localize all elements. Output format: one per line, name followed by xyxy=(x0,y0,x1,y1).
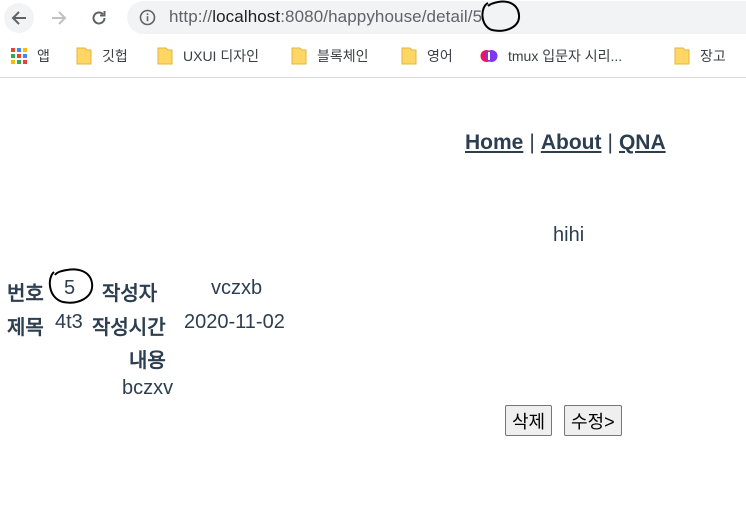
nav-about-link[interactable]: About xyxy=(541,131,602,154)
apps-grid-icon xyxy=(11,48,27,64)
folder-icon xyxy=(76,47,92,65)
hand-drawn-circle-annotation xyxy=(48,268,94,304)
greeting-text: hihi xyxy=(553,224,585,246)
url-scheme: http:// xyxy=(169,7,213,26)
url-text[interactable]: http://localhost:8080/happyhouse/detail/… xyxy=(169,7,482,27)
site-favicon-icon xyxy=(480,50,498,62)
bookmark-apps[interactable]: 앱 xyxy=(11,46,50,66)
url-host: localhost xyxy=(212,7,281,26)
bookmark-uxui[interactable]: UXUI 디자인 xyxy=(157,46,259,66)
content-value: bczxv xyxy=(122,377,174,399)
reload-icon xyxy=(92,11,106,25)
bookmark-tmux[interactable]: tmux 입문자 시리... xyxy=(480,46,622,66)
bookmark-github[interactable]: 깃헙 xyxy=(76,46,128,66)
bookmark-label: tmux 입문자 시리... xyxy=(508,48,623,64)
time-label: 작성시간 xyxy=(92,317,166,339)
bookmark-english[interactable]: 영어 xyxy=(401,46,453,66)
back-button[interactable] xyxy=(4,3,34,33)
folder-icon xyxy=(157,47,173,65)
bookmark-label: UXUI 디자인 xyxy=(183,48,259,64)
nav-home-link[interactable]: Home xyxy=(465,131,523,154)
time-value: 2020-11-02 xyxy=(184,311,285,333)
nav-qna-link[interactable]: QNA xyxy=(619,131,666,154)
arrow-right-icon xyxy=(52,11,67,25)
folder-icon xyxy=(401,47,417,65)
folder-icon xyxy=(291,47,307,65)
content-label: 내용 xyxy=(129,350,166,372)
hand-drawn-circle-annotation xyxy=(481,0,521,32)
address-bar[interactable]: http://localhost:8080/happyhouse/detail/… xyxy=(127,0,746,34)
delete-button[interactable]: 삭제 xyxy=(505,405,553,436)
bookmark-label: 앱 xyxy=(37,48,50,64)
number-label: 번호 xyxy=(7,283,44,305)
title-label: 제목 xyxy=(7,317,44,339)
bookmarks-bar: 앱 깃헙 UXUI 디자인 블록체인 영어 tmux 입문자 시리... 장고 xyxy=(0,36,746,78)
nav-separator: | xyxy=(607,131,613,154)
title-value: 4t3 xyxy=(55,311,83,333)
writer-value: vczxb xyxy=(211,277,263,299)
info-icon[interactable] xyxy=(139,9,156,26)
folder-icon xyxy=(674,47,690,65)
nav-separator: | xyxy=(529,131,535,154)
reload-button[interactable] xyxy=(84,3,114,33)
bookmark-label: 영어 xyxy=(427,48,453,64)
bookmark-label: 깃헙 xyxy=(102,48,128,64)
bookmark-django[interactable]: 장고 xyxy=(674,46,726,66)
url-path: :8080/happyhouse/detail/5 xyxy=(280,7,483,26)
browser-toolbar: http://localhost:8080/happyhouse/detail/… xyxy=(0,0,746,36)
arrow-left-icon xyxy=(11,11,26,25)
edit-button[interactable]: 수정> xyxy=(564,405,622,436)
writer-label: 작성자 xyxy=(102,283,158,305)
page-nav: Home | About | QNA xyxy=(465,131,666,155)
bookmark-blockchain[interactable]: 블록체인 xyxy=(291,46,369,66)
bookmark-label: 장고 xyxy=(700,48,726,64)
forward-button[interactable] xyxy=(44,3,74,33)
bookmark-label: 블록체인 xyxy=(317,48,369,64)
